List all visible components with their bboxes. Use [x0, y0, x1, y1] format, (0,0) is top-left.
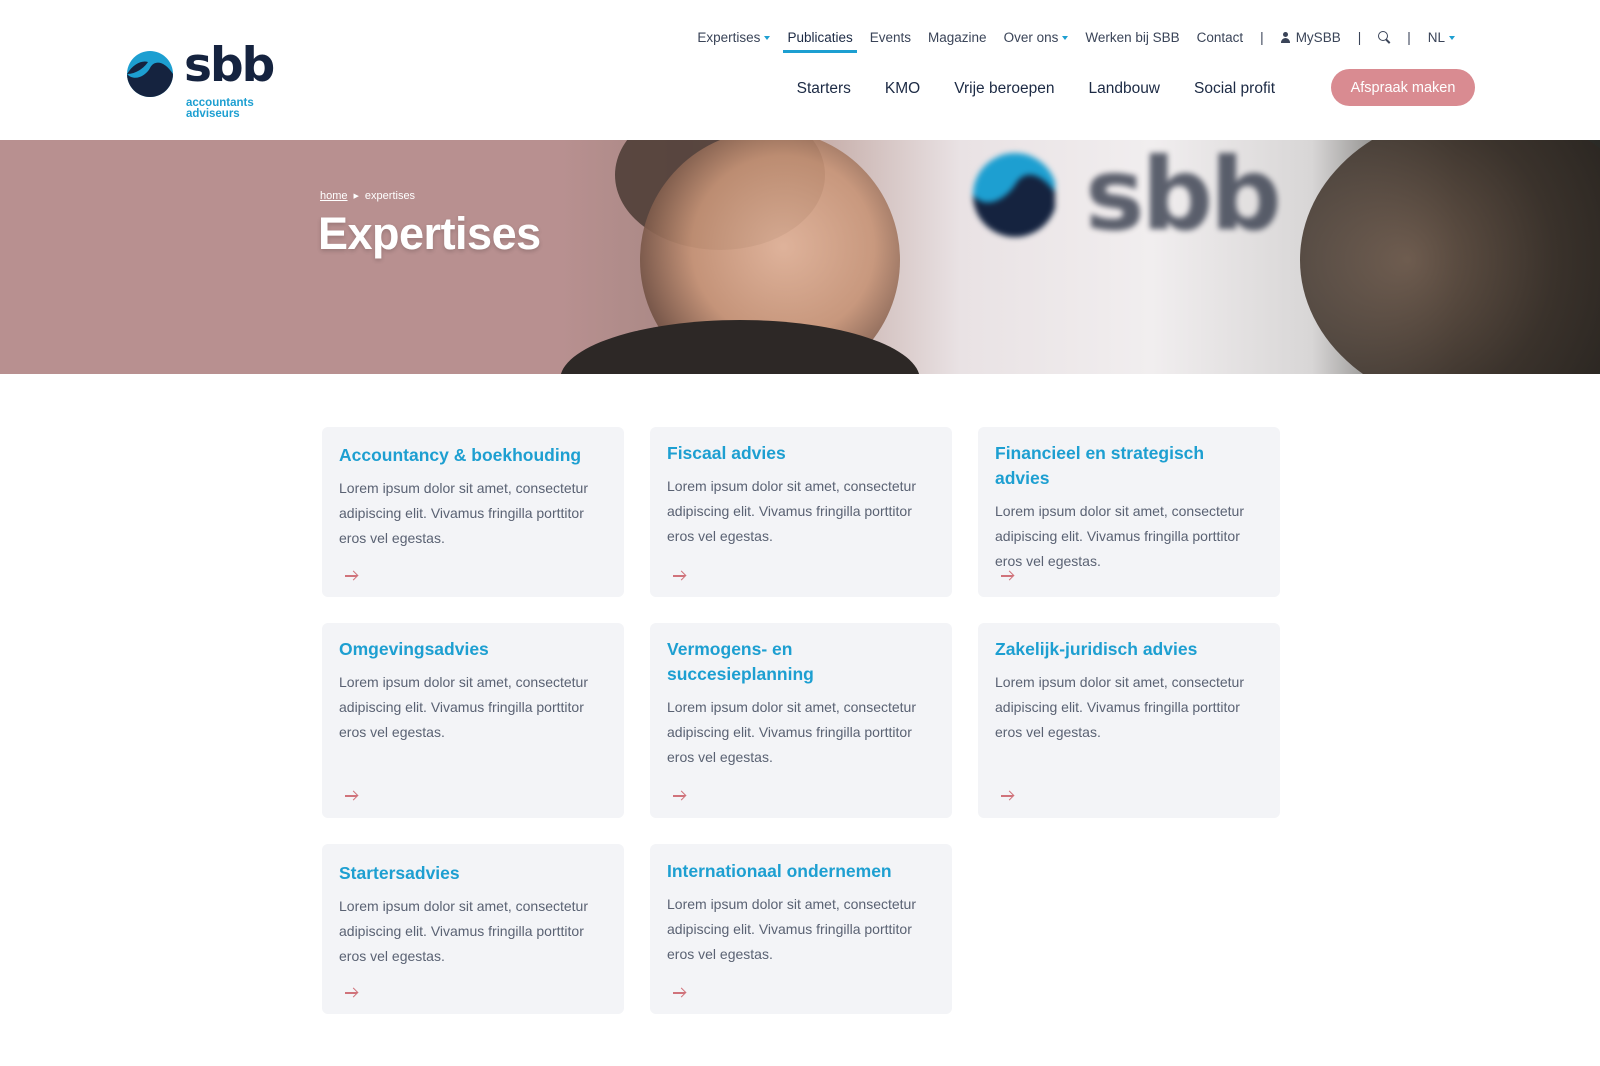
- card-title: Accountancy & boekhouding: [339, 445, 582, 465]
- caret-down-icon: [1449, 35, 1455, 40]
- mainnav-social-profit[interactable]: Social profit: [1194, 80, 1275, 98]
- hero-background-logo-icon: [973, 153, 1055, 237]
- hero-photo-person-right: [1300, 140, 1600, 374]
- mainnav-vrije-beroepen[interactable]: Vrije beroepen: [954, 80, 1054, 98]
- expertise-card[interactable]: Financieel en strategisch advies Lorem i…: [978, 427, 1280, 597]
- hero-banner: sbb: [0, 140, 1600, 374]
- topnav-expertises[interactable]: Expertises: [697, 29, 771, 45]
- topnav-contact[interactable]: Contact: [1197, 30, 1244, 45]
- card-title: Financieel en strategisch advies: [995, 443, 1205, 488]
- breadcrumb-separator-icon: ▶: [353, 193, 359, 200]
- topnav-magazine[interactable]: Magazine: [928, 30, 987, 45]
- search-button[interactable]: [1378, 30, 1390, 45]
- mainnav-kmo[interactable]: KMO: [885, 80, 920, 98]
- card-title: Fiscaal advies: [667, 443, 786, 463]
- arrow-right-icon[interactable]: [673, 790, 687, 802]
- logo-tagline: accountants adviseurs: [186, 97, 254, 120]
- card-description: Lorem ipsum dolor sit amet, consectetur …: [667, 699, 916, 765]
- mysbb-label: MySBB: [1295, 29, 1341, 45]
- card-description: Lorem ipsum dolor sit amet, consectetur …: [667, 478, 916, 544]
- divider: |: [1357, 29, 1362, 45]
- caret-down-icon: [1062, 35, 1069, 40]
- card-description: Lorem ipsum dolor sit amet, consectetur …: [339, 898, 588, 964]
- topnav-werken-bij-sbb[interactable]: Werken bij SBB: [1085, 30, 1179, 45]
- card-title: Internationaal ondernemen: [667, 861, 892, 881]
- search-icon: [1378, 30, 1390, 43]
- divider: |: [1260, 29, 1264, 45]
- arrow-right-icon[interactable]: [1001, 570, 1015, 582]
- hero-background-wordmark: sbb: [1085, 140, 1282, 253]
- card-title: Omgevingsadvies: [339, 639, 489, 659]
- card-description: Lorem ipsum dolor sit amet, consectetur …: [995, 503, 1244, 569]
- breadcrumb-current: expertises: [364, 190, 416, 202]
- top-navigation: Expertises Publicaties Events Magazine O…: [680, 26, 1455, 53]
- mainnav-landbouw[interactable]: Landbouw: [1088, 80, 1160, 98]
- expertise-card[interactable]: Accountancy & boekhouding Lorem ipsum do…: [322, 427, 624, 597]
- main-navigation: Starters KMO Vrije beroepen Landbouw Soc…: [763, 80, 1275, 98]
- arrow-right-icon[interactable]: [345, 790, 359, 802]
- arrow-right-icon[interactable]: [345, 570, 359, 582]
- user-icon: [1280, 31, 1290, 43]
- afspraak-maken-button[interactable]: Afspraak maken: [1331, 69, 1475, 106]
- card-description: Lorem ipsum dolor sit amet, consectetur …: [339, 674, 588, 740]
- breadcrumb: home ▶ expertises: [320, 190, 415, 202]
- page-title: Expertises: [318, 208, 541, 259]
- breadcrumb-home[interactable]: home: [320, 190, 348, 202]
- topnav-over-ons-label: Over ons: [1003, 29, 1059, 45]
- expertise-card[interactable]: Fiscaal advies Lorem ipsum dolor sit ame…: [650, 427, 952, 597]
- arrow-right-icon[interactable]: [673, 570, 687, 582]
- card-description: Lorem ipsum dolor sit amet, consectetur …: [339, 480, 588, 546]
- card-description: Lorem ipsum dolor sit amet, consectetur …: [995, 674, 1244, 740]
- caret-down-icon: [764, 35, 771, 40]
- topnav-events[interactable]: Events: [870, 30, 911, 45]
- language-label: NL: [1427, 29, 1445, 45]
- divider: |: [1407, 29, 1411, 45]
- logo-mark-icon: [127, 51, 173, 97]
- arrow-right-icon[interactable]: [1001, 790, 1015, 802]
- mainnav-starters[interactable]: Starters: [797, 80, 851, 98]
- expertise-card[interactable]: Vermogens- en succesieplanning Lorem ips…: [650, 623, 952, 818]
- logo-wordmark: sbb: [184, 38, 275, 93]
- logo[interactable]: sbb accountants adviseurs: [124, 38, 284, 124]
- arrow-right-icon[interactable]: [345, 987, 359, 999]
- card-title: Vermogens- en succesieplanning: [667, 639, 814, 684]
- language-selector[interactable]: NL: [1428, 30, 1455, 45]
- topnav-over-ons[interactable]: Over ons: [1004, 30, 1069, 45]
- topnav-expertises-label: Expertises: [697, 29, 761, 45]
- expertise-card[interactable]: Internationaal ondernemen Lorem ipsum do…: [650, 844, 952, 1014]
- expertise-card[interactable]: Startersadvies Lorem ipsum dolor sit ame…: [322, 844, 624, 1014]
- topnav-publicaties[interactable]: Publicaties: [783, 30, 858, 53]
- card-description: Lorem ipsum dolor sit amet, consectetur …: [667, 896, 916, 962]
- arrow-right-icon[interactable]: [673, 987, 687, 999]
- logo-tagline-line2: adviseurs: [186, 108, 240, 120]
- expertise-card[interactable]: Omgevingsadvies Lorem ipsum dolor sit am…: [322, 623, 624, 818]
- mysbb-link[interactable]: MySBB: [1280, 29, 1341, 45]
- site-header: sbb accountants adviseurs Expertises Pub…: [0, 0, 1600, 140]
- expertise-card[interactable]: Zakelijk-juridisch advies Lorem ipsum do…: [978, 623, 1280, 818]
- card-title: Zakelijk-juridisch advies: [995, 639, 1198, 659]
- card-title: Startersadvies: [339, 863, 460, 883]
